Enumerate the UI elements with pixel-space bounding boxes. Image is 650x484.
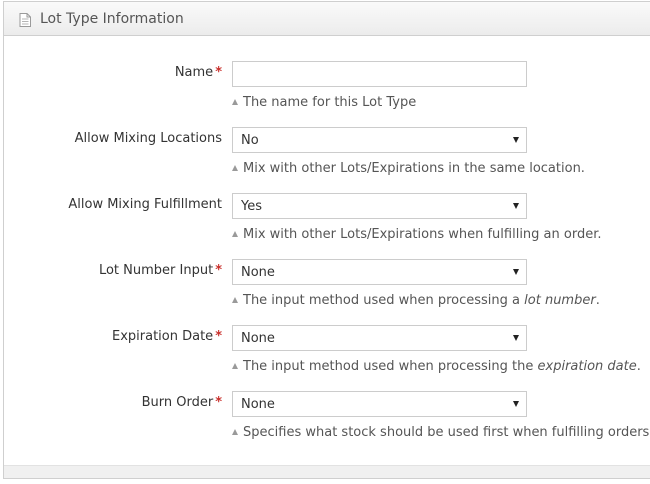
required-marker: * (215, 395, 222, 410)
lot-number-input-help: The input method used when processing a … (232, 293, 600, 308)
allow-mixing-fulfillment-help: Mix with other Lots/Expirations when ful… (232, 227, 602, 242)
burn-order-value: None (241, 396, 275, 412)
allow-mixing-locations-value: No (241, 132, 259, 148)
lot-number-input-select[interactable]: None (232, 259, 527, 285)
expiration-date-label: Expiration Date * (111, 329, 222, 344)
caret-up-icon (232, 99, 238, 105)
dropdown-arrow-icon (513, 269, 519, 275)
document-icon (19, 12, 31, 27)
panel-footer (4, 465, 650, 478)
allow-mixing-fulfillment-label: Allow Mixing Fulfillment (68, 197, 222, 212)
lot-number-input-row: Lot Number Input * None The input method … (4, 259, 650, 315)
panel-header: Lot Type Information (4, 2, 650, 36)
allow-mixing-locations-select[interactable]: No (232, 127, 527, 153)
caret-up-icon (232, 231, 238, 237)
required-marker: * (215, 65, 222, 80)
caret-up-icon (232, 429, 238, 435)
burn-order-help: Specifies what stock should be used firs… (232, 425, 650, 440)
name-input[interactable] (232, 61, 527, 87)
expiration-date-value: None (241, 330, 275, 346)
dropdown-arrow-icon (513, 335, 519, 341)
dropdown-arrow-icon (513, 203, 519, 209)
allow-mixing-fulfillment-value: Yes (241, 198, 262, 214)
caret-up-icon (232, 297, 238, 303)
dropdown-arrow-icon (513, 137, 519, 143)
dropdown-arrow-icon (513, 401, 519, 407)
expiration-date-select[interactable]: None (232, 325, 527, 351)
name-label: Name * (174, 65, 222, 80)
burn-order-row: Burn Order * None Specifies what stock sh… (4, 391, 650, 447)
lot-type-panel: Lot Type Information Name * The name for … (3, 1, 650, 479)
lot-number-input-value: None (241, 264, 275, 280)
expiration-date-row: Expiration Date * None The input method u… (4, 325, 650, 381)
name-help: The name for this Lot Type (232, 95, 416, 110)
allow-mixing-fulfillment-select[interactable]: Yes (232, 193, 527, 219)
lot-number-input-label: Lot Number Input * (98, 263, 222, 278)
burn-order-label: Burn Order * (141, 395, 222, 410)
panel-title: Lot Type Information (40, 10, 184, 27)
expiration-date-help: The input method used when processing th… (232, 359, 641, 374)
required-marker: * (215, 329, 222, 344)
allow-mixing-fulfillment-row: Allow Mixing Fulfillment Yes Mix with ot… (4, 193, 650, 249)
allow-mixing-locations-label: Allow Mixing Locations (74, 131, 222, 146)
allow-mixing-locations-row: Allow Mixing Locations No Mix with other… (4, 127, 650, 183)
caret-up-icon (232, 363, 238, 369)
allow-mixing-locations-help: Mix with other Lots/Expirations in the s… (232, 161, 585, 176)
required-marker: * (215, 263, 222, 278)
burn-order-select[interactable]: None (232, 391, 527, 417)
name-row: Name * The name for this Lot Type (4, 61, 650, 117)
caret-up-icon (232, 165, 238, 171)
